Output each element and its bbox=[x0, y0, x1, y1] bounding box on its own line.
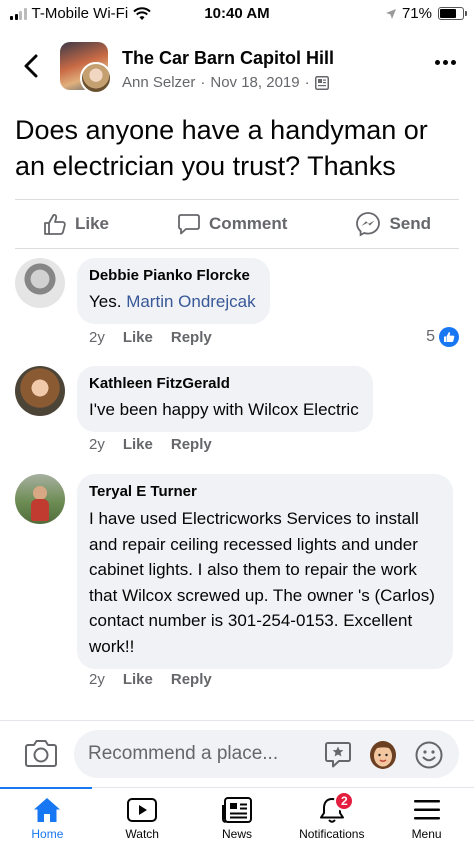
battery-icon bbox=[438, 7, 467, 20]
thumbs-up-icon bbox=[44, 214, 66, 235]
tab-notifications[interactable]: 2 Notifications bbox=[284, 788, 379, 843]
home-icon bbox=[34, 798, 61, 822]
comment-text: Yes. Martin Ondrejcak bbox=[89, 290, 256, 314]
tab-label: Watch bbox=[125, 827, 159, 841]
author-avatar[interactable] bbox=[80, 62, 112, 94]
post-text: Does anyone have a handyman or an electr… bbox=[15, 115, 428, 181]
sticker-icon bbox=[325, 742, 351, 768]
like-button[interactable]: Like bbox=[43, 213, 109, 235]
status-bar: T-Mobile Wi-Fi 10:40 AM 71% bbox=[0, 0, 474, 30]
menu-icon bbox=[413, 800, 440, 820]
tab-watch[interactable]: Watch bbox=[95, 788, 190, 843]
commenter-name[interactable]: Teryal E Turner bbox=[89, 482, 439, 502]
comment-actions: 2y Like Reply bbox=[89, 671, 212, 688]
tab-menu[interactable]: Menu bbox=[379, 788, 474, 843]
more-icon bbox=[435, 60, 440, 65]
comment-age: 2y bbox=[89, 329, 105, 346]
comment-like-button[interactable]: Like bbox=[123, 329, 153, 346]
comment-bubble-icon bbox=[178, 214, 200, 235]
comment-text: I've been happy with Wilcox Electric bbox=[89, 400, 359, 419]
comment-reply-button[interactable]: Reply bbox=[171, 671, 212, 688]
comment-age: 2y bbox=[89, 436, 105, 453]
reaction-summary[interactable]: 5 bbox=[426, 327, 459, 347]
comment-text-prefix: Yes. bbox=[89, 292, 127, 311]
comment-text: I have used Electricworks Services to in… bbox=[89, 509, 435, 656]
comment-bubble[interactable]: Debbie Pianko Florcke Yes. Martin Ondrej… bbox=[77, 258, 270, 324]
commenter-name[interactable]: Debbie Pianko Florcke bbox=[89, 266, 256, 286]
comment-bubble[interactable]: Kathleen FitzGerald I've been happy with… bbox=[77, 366, 373, 432]
commenter-name[interactable]: Kathleen FitzGerald bbox=[89, 374, 359, 394]
divider bbox=[15, 248, 459, 249]
tab-label: Notifications bbox=[299, 827, 365, 841]
battery-percentage: 71% bbox=[401, 5, 432, 22]
commenter-avatar[interactable] bbox=[15, 258, 65, 308]
comment-reply-button[interactable]: Reply bbox=[171, 329, 212, 346]
back-button[interactable] bbox=[18, 48, 44, 84]
meta-separator: · bbox=[200, 74, 206, 91]
group-icon bbox=[314, 75, 329, 90]
smiley-icon bbox=[415, 741, 443, 769]
bottom-tab-bar: Home Watch News 2 Notifications Menu bbox=[0, 787, 474, 843]
comment-age: 2y bbox=[89, 671, 105, 688]
location-arrow-icon bbox=[385, 8, 396, 19]
comment-actions: 2y Like Reply bbox=[89, 329, 212, 346]
commenter-avatar[interactable] bbox=[15, 474, 65, 524]
avatar-sticker-button[interactable] bbox=[368, 738, 398, 770]
tab-label: Menu bbox=[411, 827, 442, 841]
news-icon bbox=[221, 797, 252, 823]
post-date[interactable]: Nov 18, 2019 bbox=[210, 74, 299, 91]
send-label: Send bbox=[389, 214, 431, 233]
camera-button[interactable] bbox=[24, 738, 58, 770]
tab-label: Home bbox=[31, 827, 64, 841]
comment-input[interactable] bbox=[74, 730, 459, 778]
mention-link[interactable]: Martin Ondrejcak bbox=[126, 292, 255, 311]
tab-home[interactable]: Home bbox=[0, 788, 95, 843]
send-button[interactable]: Send bbox=[355, 211, 431, 237]
post-meta: Ann Selzer · Nov 18, 2019 · bbox=[122, 74, 329, 91]
author-name[interactable]: Ann Selzer bbox=[122, 74, 195, 91]
commenter-avatar[interactable] bbox=[15, 366, 65, 416]
more-options-button[interactable] bbox=[435, 60, 456, 65]
tab-news[interactable]: News bbox=[190, 788, 285, 843]
battery-level bbox=[440, 9, 456, 18]
notification-badge: 2 bbox=[334, 791, 355, 811]
chevron-left-icon bbox=[24, 54, 38, 78]
comment-like-button[interactable]: Like bbox=[123, 436, 153, 453]
tab-label: News bbox=[221, 827, 252, 841]
reaction-count: 5 bbox=[426, 328, 435, 345]
comment-label: Comment bbox=[209, 214, 288, 233]
comment-bubble[interactable]: Teryal E Turner I have used Electricwork… bbox=[77, 474, 453, 669]
comment-like-button[interactable]: Like bbox=[123, 671, 153, 688]
camera-icon bbox=[25, 740, 57, 767]
comment-reply-button[interactable]: Reply bbox=[171, 436, 212, 453]
sticker-button[interactable] bbox=[323, 740, 353, 770]
messenger-icon bbox=[356, 212, 381, 237]
group-name[interactable]: The Car Barn Capitol Hill bbox=[122, 48, 334, 69]
like-label: Like bbox=[75, 214, 110, 233]
post-actions-bar: Like Comment Send bbox=[15, 200, 459, 248]
comment-button[interactable]: Comment bbox=[177, 213, 287, 235]
watch-icon bbox=[127, 798, 158, 822]
comment-actions: 2y Like Reply bbox=[89, 436, 212, 453]
avatar-icon bbox=[370, 741, 396, 769]
meta-separator: · bbox=[304, 74, 310, 91]
emoji-button[interactable] bbox=[414, 740, 444, 770]
divider bbox=[0, 720, 474, 721]
like-reaction-icon bbox=[439, 327, 459, 347]
